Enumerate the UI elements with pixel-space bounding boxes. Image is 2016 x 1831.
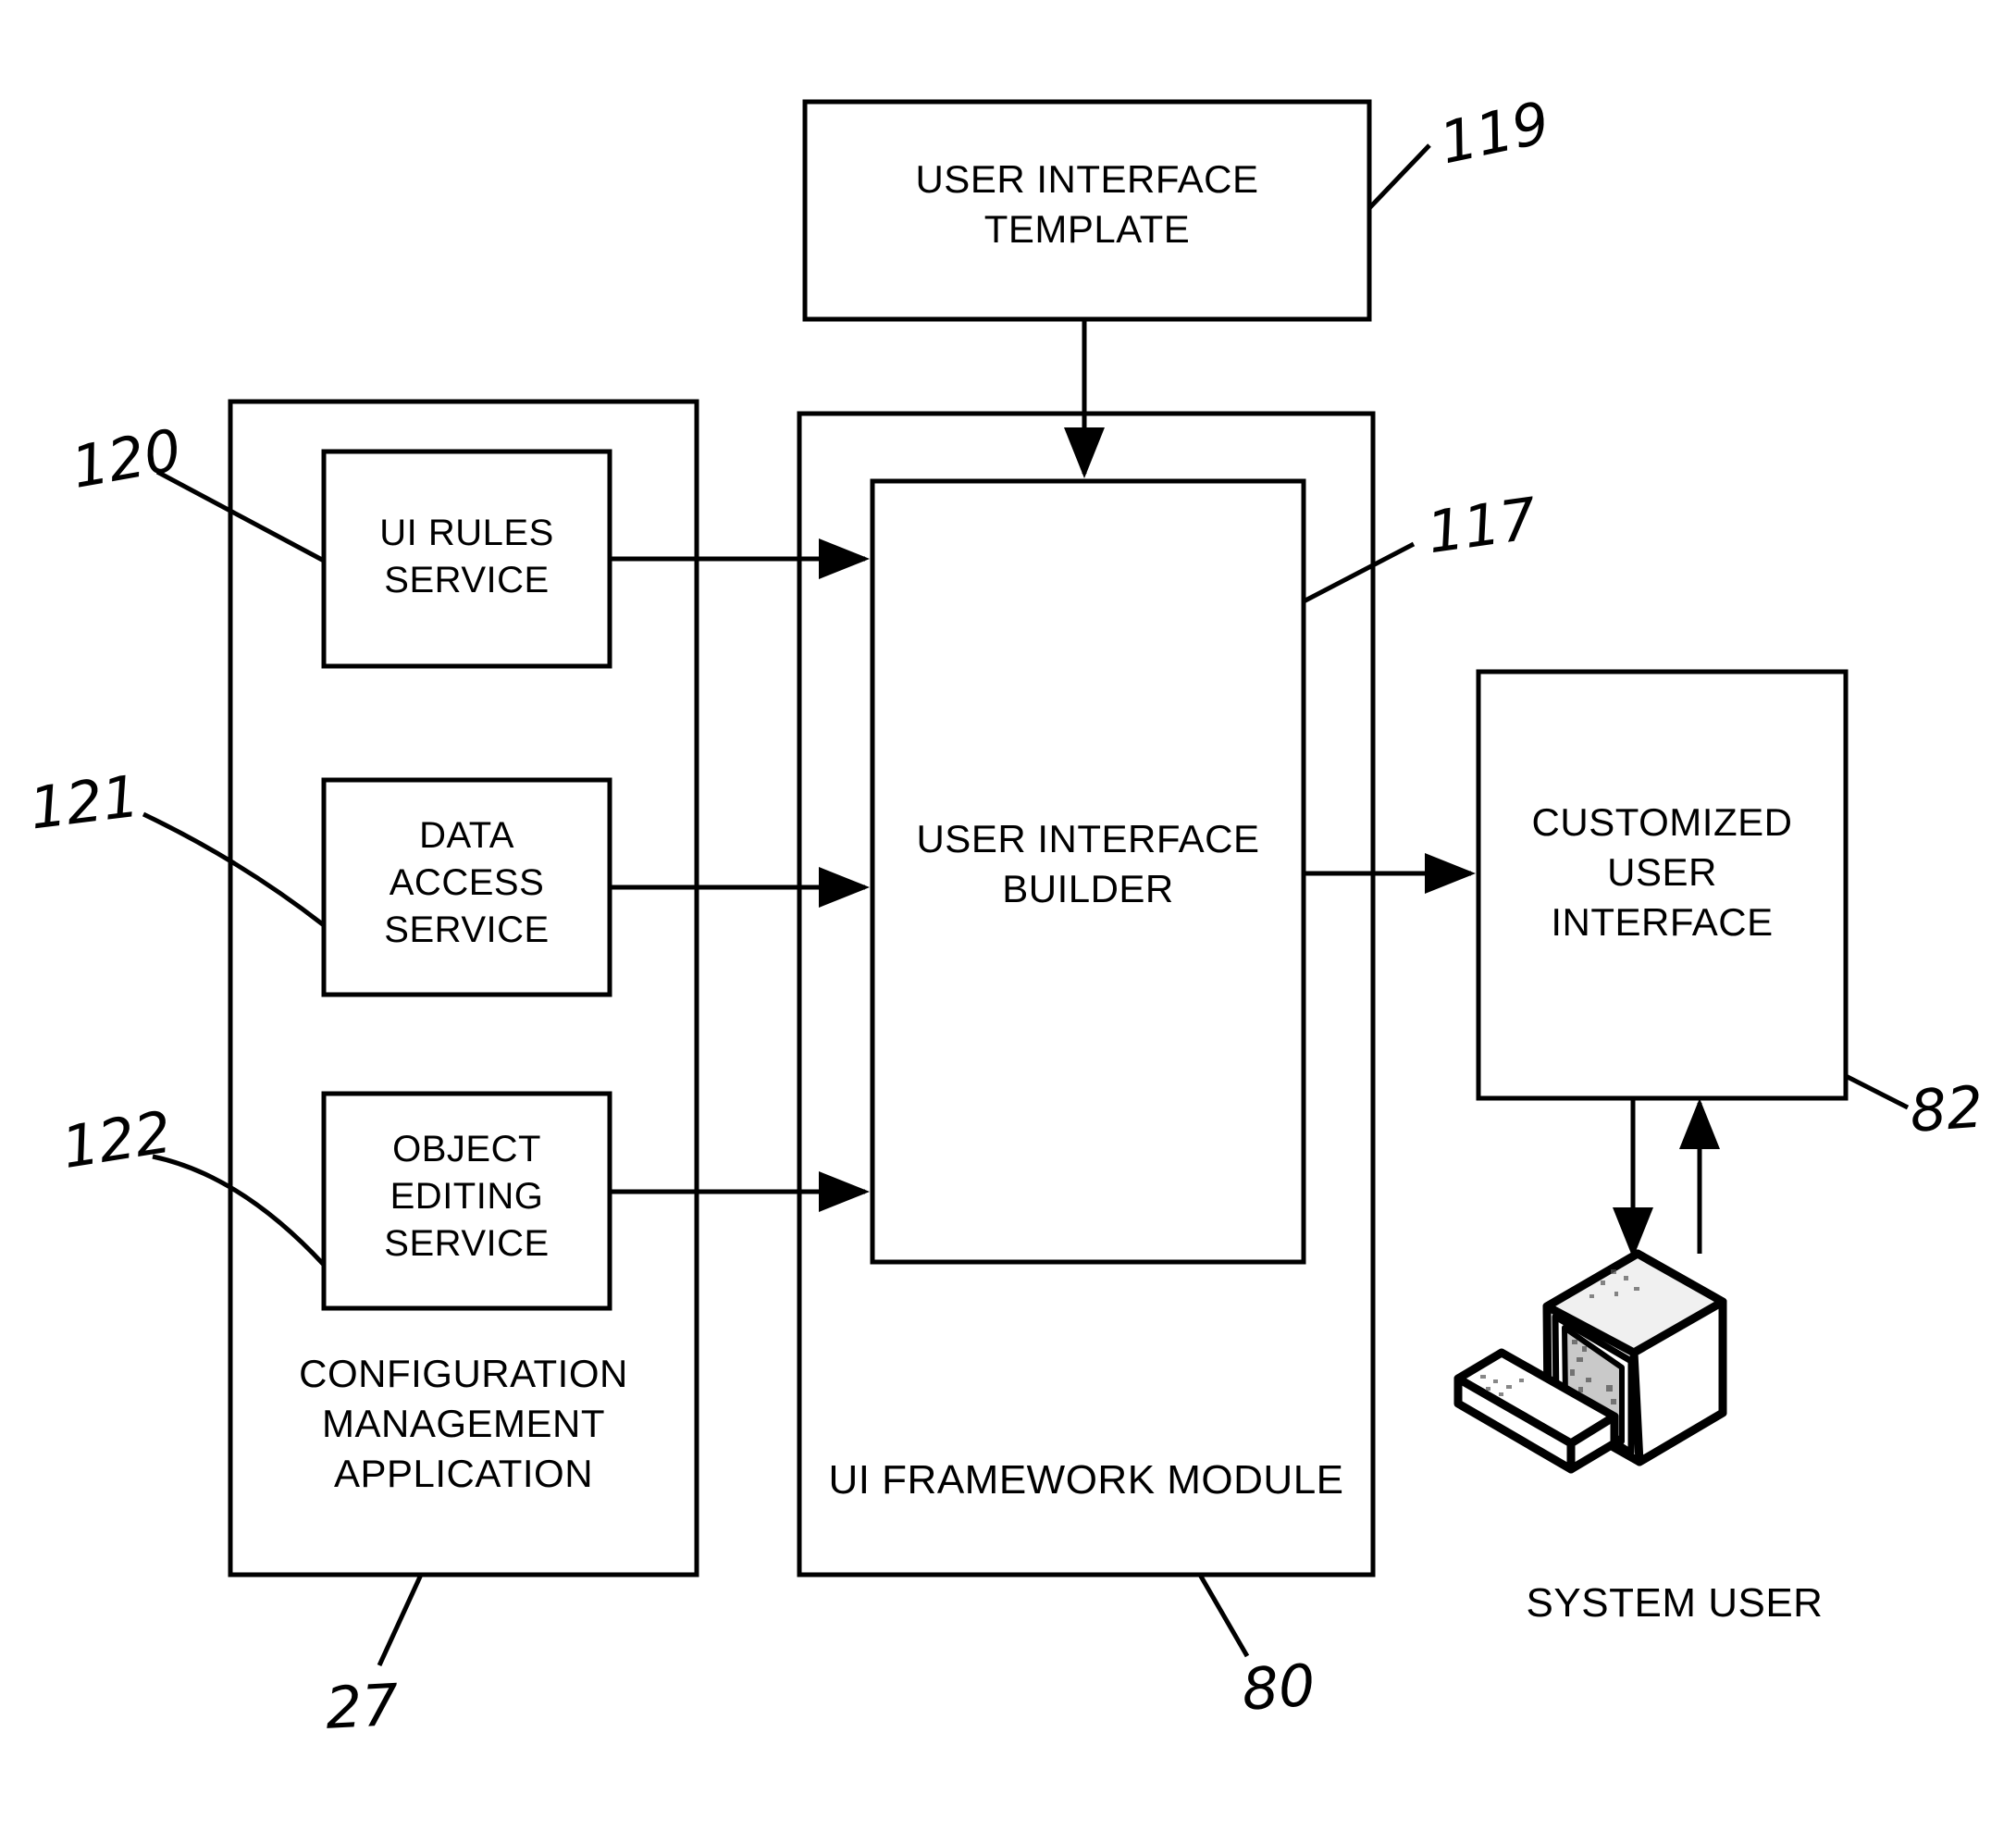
- config-mgmt-application-box: [228, 399, 699, 1577]
- patent-figure: USER INTERFACE TEMPLATE USER INTERFACE B…: [0, 0, 2016, 1831]
- leader-line-120: [155, 469, 326, 563]
- leader-line-117: [1302, 541, 1416, 604]
- ui-template-box: [802, 99, 1372, 322]
- ui-builder-box: [870, 478, 1306, 1265]
- leader-line-122: [152, 1154, 326, 1267]
- ui-framework-module-box: [797, 411, 1376, 1577]
- leader-line-121: [142, 811, 326, 927]
- object-editing-service-box: [321, 1091, 612, 1311]
- customized-ui-box: [1476, 669, 1849, 1101]
- ui-rules-service-box: [321, 449, 612, 669]
- leader-line-119: [1367, 143, 1431, 210]
- data-access-service-box: [321, 777, 612, 997]
- leader-line-27: [377, 1573, 424, 1667]
- diagram-canvas: [142, 99, 1910, 1667]
- leader-line-82: [1844, 1073, 1910, 1110]
- leader-line-80: [1197, 1573, 1250, 1658]
